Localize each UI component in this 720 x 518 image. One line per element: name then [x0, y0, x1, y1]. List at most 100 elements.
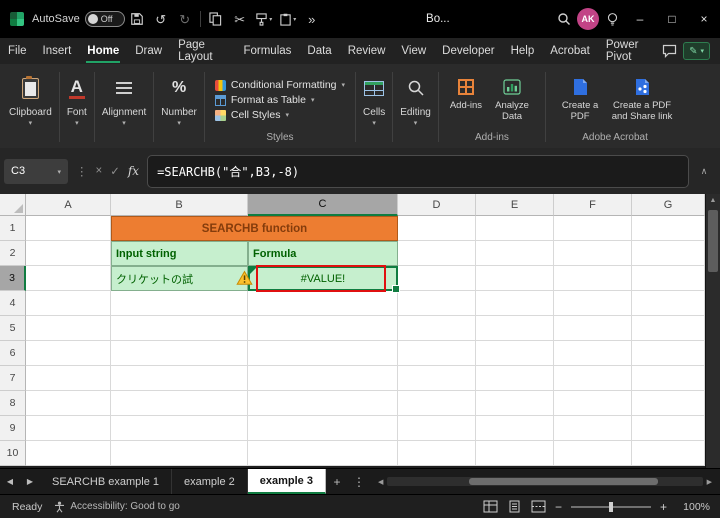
column-header-a[interactable]: A: [26, 194, 111, 216]
cell[interactable]: [398, 366, 476, 391]
cell[interactable]: [111, 441, 248, 466]
cell-b3[interactable]: クリケットの試: [111, 266, 248, 291]
cell[interactable]: [554, 416, 632, 441]
cell[interactable]: [26, 341, 111, 366]
vertical-scrollbar[interactable]: ▲: [705, 194, 720, 468]
select-all-button[interactable]: [0, 194, 26, 216]
scroll-up-icon[interactable]: ▲: [706, 194, 720, 208]
zoom-slider[interactable]: [571, 506, 651, 508]
editing-group-button[interactable]: Editing ▾: [395, 66, 436, 148]
cell-d3[interactable]: [398, 266, 476, 291]
autosave-toggle[interactable]: AutoSave Off: [32, 11, 125, 27]
cell[interactable]: [248, 291, 398, 316]
document-title[interactable]: Bo...: [426, 13, 450, 25]
font-group-button[interactable]: A Font ▾: [62, 66, 92, 148]
ideas-button[interactable]: [600, 0, 624, 38]
cell[interactable]: [554, 341, 632, 366]
fill-handle[interactable]: [392, 285, 400, 293]
cell[interactable]: [26, 291, 111, 316]
tab-acrobat[interactable]: Acrobat: [542, 38, 598, 64]
cell[interactable]: [632, 291, 705, 316]
tab-review[interactable]: Review: [340, 38, 394, 64]
sheet-options-button[interactable]: ⋮: [348, 469, 370, 494]
new-sheet-button[interactable]: +: [326, 469, 348, 494]
sheet-tab-example-2[interactable]: example 2: [172, 469, 248, 494]
collapse-formula-bar-button[interactable]: ∧: [694, 166, 714, 177]
cut-button[interactable]: ✂: [228, 0, 252, 38]
create-pdf-share-button[interactable]: Create a PDF and Share link: [607, 70, 677, 130]
vertical-scroll-thumb[interactable]: [708, 210, 718, 272]
clipboard-group-button[interactable]: Clipboard ▾: [4, 66, 57, 148]
cell[interactable]: [476, 416, 554, 441]
column-header-g[interactable]: G: [632, 194, 705, 216]
scroll-left-icon[interactable]: ◀: [374, 478, 387, 486]
zoom-slider-thumb[interactable]: [609, 502, 613, 512]
cell-a1[interactable]: [26, 216, 111, 241]
tab-formulas[interactable]: Formulas: [235, 38, 299, 64]
cell-g3[interactable]: [632, 266, 705, 291]
name-box[interactable]: C3 ▾: [4, 159, 68, 184]
editing-mode-button[interactable]: ✎ ▾: [683, 42, 710, 60]
cell-c2[interactable]: Formula: [248, 241, 398, 266]
create-pdf-button[interactable]: Create a PDF: [553, 70, 607, 130]
cell-d1[interactable]: [398, 216, 476, 241]
cell[interactable]: [554, 291, 632, 316]
maximize-button[interactable]: □: [656, 0, 688, 38]
alignment-group-button[interactable]: Alignment ▾: [97, 66, 151, 148]
search-button[interactable]: [552, 0, 576, 38]
cell[interactable]: [111, 316, 248, 341]
cell[interactable]: [632, 416, 705, 441]
cell-b1-c1-merged[interactable]: SEARCHB function: [111, 216, 398, 241]
cells-group-button[interactable]: Cells ▾: [358, 66, 390, 148]
account-button[interactable]: AK: [576, 0, 600, 38]
cell[interactable]: [248, 391, 398, 416]
zoom-out-button[interactable]: −: [555, 500, 562, 514]
paste-button[interactable]: ▾: [276, 0, 300, 38]
row-header-7[interactable]: 7: [0, 366, 26, 391]
sheet-tab-example-3-active[interactable]: example 3: [248, 469, 326, 494]
normal-view-icon[interactable]: [483, 500, 498, 513]
cell-g1[interactable]: [632, 216, 705, 241]
save-button[interactable]: [125, 0, 149, 38]
cell[interactable]: [26, 316, 111, 341]
cell[interactable]: [632, 316, 705, 341]
tab-developer[interactable]: Developer: [434, 38, 502, 64]
column-header-d[interactable]: D: [398, 194, 476, 216]
cell-f1[interactable]: [554, 216, 632, 241]
cell-f2[interactable]: [554, 241, 632, 266]
tab-power-pivot[interactable]: Power Pivot: [598, 38, 661, 64]
cell[interactable]: [632, 391, 705, 416]
conditional-formatting-button[interactable]: Conditional Formatting ▾: [212, 79, 348, 91]
cell-f3[interactable]: [554, 266, 632, 291]
error-checking-button[interactable]: [236, 270, 253, 286]
add-ins-button[interactable]: Add-ins: [446, 70, 486, 130]
cell-a3[interactable]: [26, 266, 111, 291]
page-break-view-icon[interactable]: [531, 500, 546, 513]
cell[interactable]: [248, 416, 398, 441]
row-header-9[interactable]: 9: [0, 416, 26, 441]
cell-d2[interactable]: [398, 241, 476, 266]
scroll-right-icon[interactable]: ▶: [703, 478, 716, 486]
tab-help[interactable]: Help: [503, 38, 543, 64]
cell[interactable]: [26, 416, 111, 441]
analyze-data-button[interactable]: Analyze Data: [486, 70, 538, 130]
tab-data[interactable]: Data: [299, 38, 339, 64]
row-header-6[interactable]: 6: [0, 341, 26, 366]
cell[interactable]: [398, 341, 476, 366]
zoom-level[interactable]: 100%: [676, 501, 710, 513]
horizontal-scrollbar[interactable]: ◀ ▶: [374, 469, 716, 494]
number-group-button[interactable]: % Number ▾: [156, 66, 202, 148]
tab-home[interactable]: Home: [79, 38, 127, 64]
cell-a2[interactable]: [26, 241, 111, 266]
column-header-b[interactable]: B: [111, 194, 248, 216]
formula-input[interactable]: =SEARCHB("合",B3,-8): [147, 155, 689, 188]
cell[interactable]: [398, 291, 476, 316]
cell-e3[interactable]: [476, 266, 554, 291]
copy-button[interactable]: [204, 0, 228, 38]
close-button[interactable]: ×: [688, 0, 720, 38]
cell[interactable]: [632, 366, 705, 391]
insert-function-button[interactable]: fx: [128, 164, 139, 178]
page-layout-view-icon[interactable]: [507, 500, 522, 513]
excel-app-icon[interactable]: [10, 12, 24, 26]
cell-styles-button[interactable]: Cell Styles ▾: [212, 109, 292, 121]
